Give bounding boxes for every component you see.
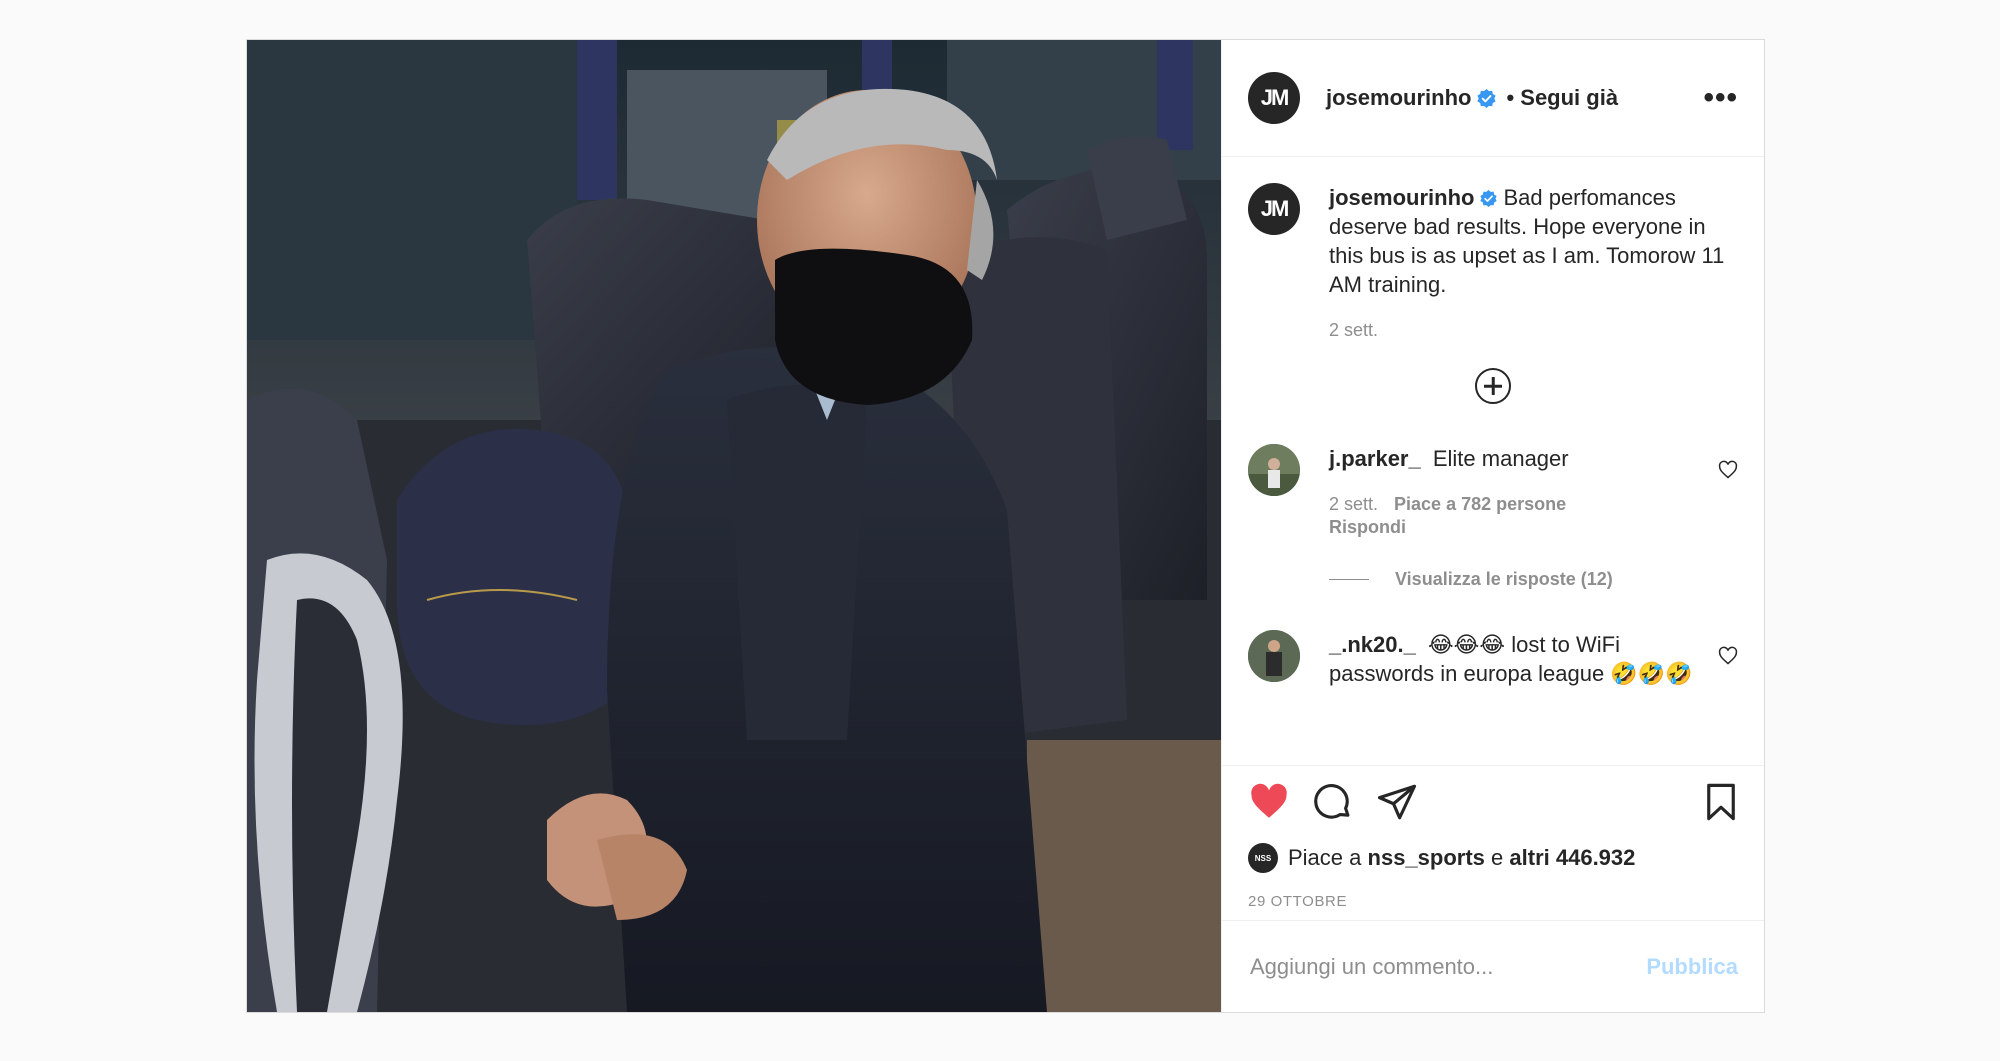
caption-avatar[interactable]: JM (1248, 183, 1300, 235)
liker-avatar[interactable]: NSS (1248, 843, 1278, 873)
commenter-photo (1248, 630, 1300, 682)
comment-text: Elite manager (1432, 446, 1569, 471)
comment-icon[interactable] (1312, 781, 1354, 823)
post-card: JM josemourinho • Segui già ••• JM josem… (246, 39, 1765, 1013)
view-replies-button[interactable]: Visualizza le risposte (12) (1329, 569, 1738, 590)
replies-divider (1329, 579, 1369, 580)
comments-list[interactable]: JM josemourinho Bad perfomances deserve … (1222, 157, 1764, 766)
heart-filled-icon[interactable] (1248, 781, 1290, 823)
action-bar (1222, 766, 1764, 838)
reply-button[interactable]: Rispondi (1329, 517, 1406, 537)
follow-status-button[interactable]: • Segui già (1506, 85, 1618, 111)
more-options-icon[interactable]: ••• (1703, 83, 1738, 113)
comment-username[interactable]: _.nk20._ (1329, 632, 1416, 657)
caption-row: JM josemourinho Bad perfomances deserve … (1248, 183, 1738, 342)
post-date[interactable]: 29 OTTOBRE (1222, 884, 1764, 920)
comment-likes[interactable]: Piace a 782 persone (1394, 494, 1566, 514)
publish-button[interactable]: Pubblica (1646, 954, 1738, 980)
comment-body: j.parker_ Elite manager 2 sett. Piace a 7… (1329, 444, 1718, 539)
add-comment-input[interactable] (1248, 952, 1647, 981)
comment-row: _.nk20._ 😂😂😂 lost to WiFi passwords in e… (1248, 630, 1738, 688)
author-username[interactable]: josemourinho (1326, 85, 1471, 111)
post-photo (247, 40, 1221, 1012)
heart-outline-icon[interactable] (1718, 646, 1738, 666)
comment-body: _.nk20._ 😂😂😂 lost to WiFi passwords in e… (1329, 630, 1718, 688)
comment-row: j.parker_ Elite manager 2 sett. Piace a 7… (1248, 444, 1738, 539)
post-header: JM josemourinho • Segui già ••• (1222, 40, 1764, 157)
likes-prefix: Piace a (1288, 845, 1362, 870)
commenter-avatar[interactable] (1248, 630, 1300, 682)
heart-outline-icon[interactable] (1718, 460, 1738, 480)
comment-meta: 2 sett. Piace a 782 persone Rispondi (1329, 493, 1718, 539)
post-image[interactable] (247, 40, 1221, 1012)
caption-time: 2 sett. (1329, 320, 1379, 340)
comment-username[interactable]: j.parker_ (1329, 446, 1421, 471)
post-sidebar: JM josemourinho • Segui già ••• JM josem… (1221, 40, 1764, 1012)
load-more-wrap (1248, 368, 1738, 404)
liker-username[interactable]: nss_sports (1368, 845, 1485, 871)
verified-badge-icon (1480, 190, 1498, 207)
paper-plane-icon[interactable] (1376, 781, 1418, 823)
verified-badge-icon (1477, 88, 1497, 108)
caption-body: josemourinho Bad perfomances deserve bad… (1329, 183, 1738, 342)
plus-circle-icon[interactable] (1475, 368, 1511, 404)
likes-mid: e (1491, 845, 1504, 870)
view-replies-label: Visualizza le risposte (12) (1395, 569, 1613, 589)
author-avatar[interactable]: JM (1248, 72, 1300, 124)
comment-time: 2 sett. (1329, 494, 1379, 514)
add-comment-bar: Pubblica (1222, 920, 1764, 1012)
likes-others-link[interactable]: altri 446.932 (1509, 845, 1635, 871)
bookmark-icon[interactable] (1700, 781, 1742, 823)
commenter-photo (1248, 444, 1300, 496)
caption-username[interactable]: josemourinho (1329, 185, 1474, 210)
likes-summary: NSS Piace a nss_sports e altri 446.932 (1222, 838, 1764, 878)
commenter-avatar[interactable] (1248, 444, 1300, 496)
